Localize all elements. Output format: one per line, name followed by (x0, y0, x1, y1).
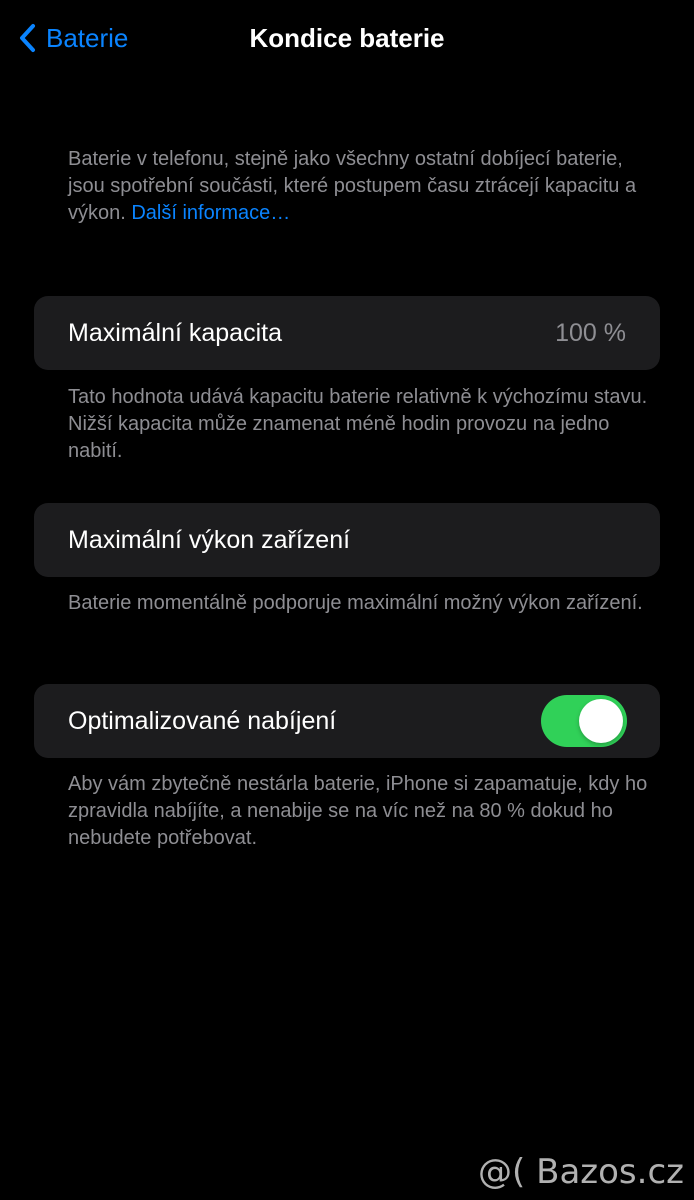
page-title: Kondice baterie (249, 23, 445, 53)
peak-performance-label: Maximální výkon zařízení (68, 525, 351, 554)
bazos-watermark: @( Bazos.cz (478, 1152, 684, 1192)
navigation-bar: Baterie Kondice baterie (0, 0, 694, 76)
more-info-link[interactable]: Další informace… (131, 202, 290, 224)
peak-performance-row: Maximální výkon zařízení (34, 503, 660, 577)
optimized-charging-footer: Aby vám zbytečně nestárla baterie, iPhon… (68, 773, 648, 849)
intro-text: Baterie v telefonu, stejně jako všechny … (68, 146, 648, 227)
maximum-capacity-row: Maximální kapacita 100 % (34, 296, 660, 370)
optimized-charging-row: Optimalizované nabíjení (34, 684, 660, 758)
peak-performance-footer: Baterie momentálně podporuje maximální m… (68, 592, 643, 614)
optimized-charging-label: Optimalizované nabíjení (68, 706, 337, 735)
optimized-charging-toggle[interactable] (541, 695, 627, 747)
maximum-capacity-value: 100 % (555, 318, 626, 347)
maximum-capacity-footer: Tato hodnota udává kapacitu baterie rela… (68, 386, 648, 462)
toggle-knob (579, 699, 623, 743)
maximum-capacity-label: Maximální kapacita (68, 318, 282, 347)
